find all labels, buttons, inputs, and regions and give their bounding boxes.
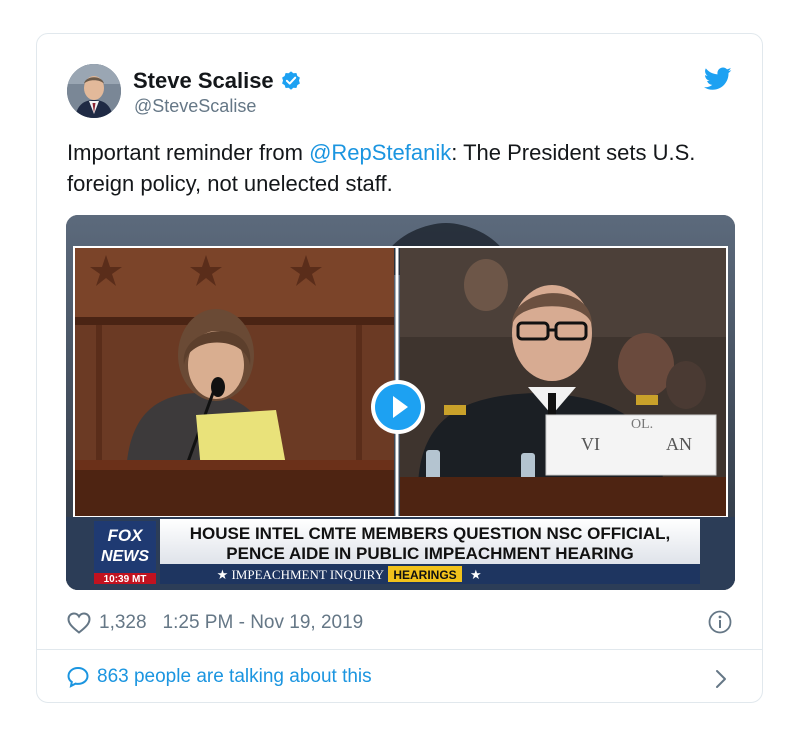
tweet-timestamp[interactable]: 1:25 PM - Nov 19, 2019 [163,612,364,634]
author-name-row[interactable]: Steve Scalise [133,68,302,94]
verified-badge-icon [281,71,300,90]
nameplate-text-top: OL. [631,417,653,432]
info-icon[interactable] [708,610,732,634]
headline-line-2: PENCE AIDE IN PUBLIC IMPEACHMENT HEARING [226,544,633,563]
author-handle[interactable]: @SteveScalise [134,96,256,117]
video-thumbnail[interactable]: VI AN OL. FOX NEWS 10:39 MT HOUSE INTEL … [66,215,735,590]
like-count[interactable]: 1,328 [99,612,147,634]
right-video-panel: VI AN OL. [400,247,727,517]
conversation-link[interactable]: 863 people are talking about this [67,666,372,688]
left-video-panel [74,247,394,517]
tweet-card[interactable]: Steve Scalise @SteveScalise Important re… [36,33,763,703]
tweet-text-prefix: Important reminder from [67,140,310,165]
nameplate-text-right: AN [666,434,692,454]
ticker-right: ★ [470,567,482,582]
play-icon[interactable] [370,379,426,435]
tweet-meta: 1,328 1:25 PM - Nov 19, 2019 [67,609,363,637]
author-name[interactable]: Steve Scalise [133,68,274,94]
avatar[interactable] [67,64,121,118]
logo-line-2: NEWS [101,548,149,565]
ticker-badge: HEARINGS [393,568,456,582]
ticker-left: ★ IMPEACHMENT INQUIRY [217,567,385,582]
headline-line-1: HOUSE INTEL CMTE MEMBERS QUESTION NSC OF… [190,524,670,543]
mention-link[interactable]: @RepStefanik [309,140,451,165]
twitter-bird-icon[interactable] [704,67,732,91]
avatar-photo [67,64,121,118]
speech-bubble-icon [67,666,89,688]
heart-icon[interactable] [67,612,91,634]
chevron-right-icon[interactable] [714,668,728,690]
nameplate-text-left: VI [581,434,600,454]
talking-count[interactable]: 863 people are talking about this [97,666,372,688]
clock-text: 10:39 MT [104,574,147,585]
logo-line-1: FOX [108,526,145,545]
tweet-text: Important reminder from @RepStefanik: Th… [67,137,737,199]
divider [37,649,762,650]
